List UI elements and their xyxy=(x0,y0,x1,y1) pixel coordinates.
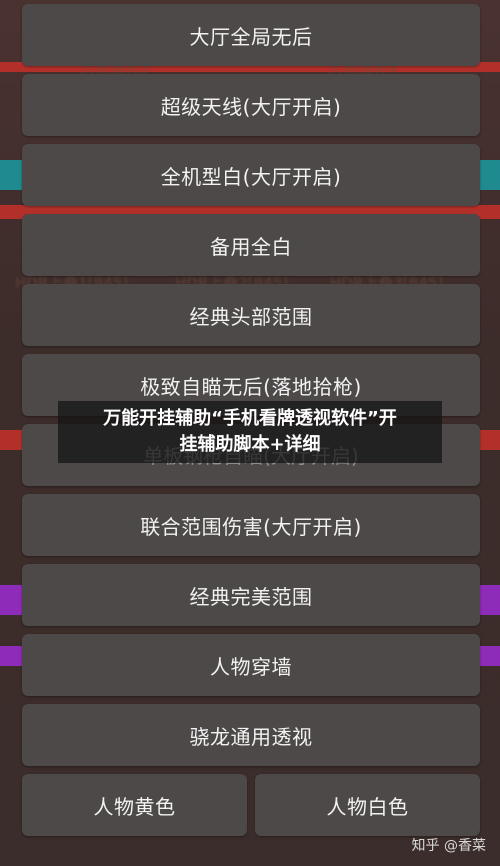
menu-item-snapdragon-esp[interactable]: 骁龙通用透视 xyxy=(22,704,480,766)
menu-item-all-models-white[interactable]: 全机型白(大厅开启) xyxy=(22,144,480,206)
menu-item-classic-head-range[interactable]: 经典头部范围 xyxy=(22,284,480,346)
menu-item-character-white[interactable]: 人物白色 xyxy=(255,774,480,836)
title-banner: 万能开挂辅助“手机看牌透视软件”开 挂辅助脚本+详细 xyxy=(58,401,442,463)
menu-item-lobby-no-recoil[interactable]: 大厅全局无后 xyxy=(22,4,480,66)
menu-item-super-antenna[interactable]: 超级天线(大厅开启) xyxy=(22,74,480,136)
banner-line-2: 挂辅助脚本+详细 xyxy=(179,434,321,455)
menu-item-joint-range-damage[interactable]: 联合范围伤害(大厅开启) xyxy=(22,494,480,556)
menu-item-wall-hack[interactable]: 人物穿墙 xyxy=(22,634,480,696)
banner-line-1: 万能开挂辅助“手机看牌透视软件”开 xyxy=(103,408,397,429)
menu-item-backup-white[interactable]: 备用全白 xyxy=(22,214,480,276)
menu-item-classic-perfect-range[interactable]: 经典完美范围 xyxy=(22,564,480,626)
menu-item-character-yellow[interactable]: 人物黄色 xyxy=(22,774,247,836)
zhihu-watermark: 知乎 @香菜 xyxy=(411,838,486,854)
